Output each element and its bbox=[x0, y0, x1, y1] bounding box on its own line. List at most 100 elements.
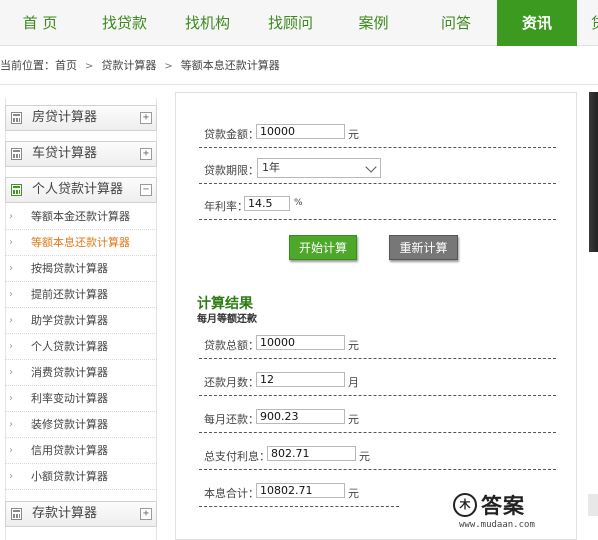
chevron-right-icon: › bbox=[9, 367, 13, 378]
interest-rate-input[interactable] bbox=[244, 196, 290, 211]
sidebar-item-renovation-loan[interactable]: › 装修贷款计算器 bbox=[5, 412, 157, 438]
sidebar-item-label: 利率变动计算器 bbox=[31, 392, 108, 405]
nav-loan-partial[interactable]: 贷 bbox=[580, 0, 598, 46]
sidebar-item-label: 等额本息还款计算器 bbox=[31, 236, 130, 249]
nav-qa[interactable]: 问答 bbox=[415, 0, 497, 46]
chevron-right-icon: › bbox=[9, 393, 13, 404]
chevron-right-icon: › bbox=[9, 445, 13, 456]
result-label: 本息合计： bbox=[204, 487, 259, 500]
reset-calculation-button[interactable]: 重新计算 bbox=[389, 235, 458, 260]
sidebar-item-equal-principal[interactable]: › 等额本金还款计算器 bbox=[5, 204, 157, 230]
result-sum-row: 本息合计： 元 bbox=[199, 471, 399, 507]
sidebar-item-prepayment[interactable]: › 提前还款计算器 bbox=[5, 282, 157, 308]
watermark-text: 答案 bbox=[481, 494, 525, 518]
sidebar-group-personal-loan[interactable]: 个人贷款计算器 − bbox=[5, 177, 157, 203]
chevron-right-icon: › bbox=[9, 315, 13, 326]
result-monthly-row: 每月还款： 元 bbox=[199, 397, 556, 433]
interest-rate-label: 年利率： bbox=[204, 200, 248, 213]
total-loan-field[interactable] bbox=[256, 335, 345, 350]
sidebar-group-label: 车贷计算器 bbox=[32, 146, 98, 161]
divider bbox=[0, 84, 598, 85]
calculator-icon bbox=[11, 112, 22, 124]
start-calculation-button[interactable]: 开始计算 bbox=[289, 235, 357, 260]
sidebar-item-personal-loan[interactable]: › 个人贷款计算器 bbox=[5, 334, 157, 360]
result-unit: 月 bbox=[348, 376, 359, 389]
result-interest-row: 总支付利息： 元 bbox=[199, 434, 556, 470]
chevron-right-icon: › bbox=[9, 341, 13, 352]
nav-find-loan[interactable]: 找贷款 bbox=[83, 0, 166, 46]
sidebar-item-label: 信用贷款计算器 bbox=[31, 444, 108, 457]
sidebar-item-label: 装修贷款计算器 bbox=[31, 418, 108, 431]
loan-amount-unit: 元 bbox=[348, 128, 359, 141]
sidebar-group-label: 房贷计算器 bbox=[32, 110, 98, 125]
breadcrumb: 当前位置：首页 > 贷款计算器 > 等额本息还款计算器 bbox=[0, 56, 280, 76]
nav-find-institution[interactable]: 找机构 bbox=[166, 0, 249, 46]
sidebar-item-equal-installment[interactable]: › 等额本息还款计算器 bbox=[5, 230, 157, 256]
collapse-icon[interactable]: − bbox=[140, 184, 152, 196]
breadcrumb-separator: > bbox=[85, 61, 94, 72]
calculator-icon bbox=[11, 184, 22, 196]
sidebar-item-label: 小额贷款计算器 bbox=[31, 470, 108, 483]
sidebar-group-label: 个人贷款计算器 bbox=[32, 182, 124, 197]
sidebar-item-consumer-loan[interactable]: › 消费贷款计算器 bbox=[5, 360, 157, 386]
monthly-payment-field[interactable] bbox=[256, 409, 345, 424]
calculator-icon bbox=[11, 508, 22, 520]
breadcrumb-home[interactable]: 首页 bbox=[55, 56, 77, 76]
expand-icon[interactable]: + bbox=[140, 148, 152, 160]
sidebar-item-label: 等额本金还款计算器 bbox=[31, 210, 130, 223]
interest-rate-row: 年利率： % bbox=[199, 184, 556, 220]
sidebar-item-label: 提前还款计算器 bbox=[31, 288, 108, 301]
sidebar-group-car-loan[interactable]: 车贷计算器 + bbox=[5, 141, 157, 167]
interest-rate-unit: % bbox=[294, 198, 303, 208]
sidebar-group-label: 存款计算器 bbox=[32, 506, 98, 521]
sidebar-item-label: 按揭贷款计算器 bbox=[31, 262, 108, 275]
sidebar-item-mortgage-loan[interactable]: › 按揭贷款计算器 bbox=[5, 256, 157, 282]
nav-home[interactable]: 首 页 bbox=[0, 0, 80, 46]
chevron-right-icon: › bbox=[9, 419, 13, 430]
chevron-right-icon: › bbox=[9, 237, 13, 248]
chevron-down-icon bbox=[365, 161, 377, 173]
chevron-right-icon: › bbox=[9, 211, 13, 222]
result-unit: 元 bbox=[348, 339, 359, 352]
result-label: 贷款总额： bbox=[204, 339, 259, 352]
nav-news[interactable]: 资讯 bbox=[497, 0, 577, 46]
breadcrumb-prefix: 当前位置： bbox=[0, 59, 55, 72]
watermark-logo-icon: 木 bbox=[453, 493, 477, 517]
watermark: 木 答案 www.mudaan.com bbox=[449, 490, 549, 534]
result-label: 总支付利息： bbox=[204, 450, 270, 463]
chevron-right-icon: › bbox=[9, 471, 13, 482]
result-unit: 元 bbox=[348, 487, 359, 500]
nav-find-advisor[interactable]: 找顾问 bbox=[249, 0, 332, 46]
loan-amount-label: 贷款金额： bbox=[204, 128, 259, 141]
expand-icon[interactable]: + bbox=[140, 508, 152, 520]
sidebar-item-student-loan[interactable]: › 助学贷款计算器 bbox=[5, 308, 157, 334]
sidebar-group-deposit[interactable]: 存款计算器 + bbox=[5, 501, 157, 527]
calculator-icon bbox=[11, 148, 22, 160]
right-banner-edge bbox=[589, 92, 598, 252]
result-label: 每月还款： bbox=[204, 413, 259, 426]
chevron-right-icon: › bbox=[9, 263, 13, 274]
sidebar-item-credit-loan[interactable]: › 信用贷款计算器 bbox=[5, 438, 157, 464]
loan-term-row: 贷款期限： 1年 bbox=[199, 148, 556, 184]
calculator-panel: 贷款金额： 元 贷款期限： 1年 年利率： % 开始计算 重新计算 计算结果 每… bbox=[175, 92, 577, 540]
sidebar-item-label: 个人贷款计算器 bbox=[31, 340, 108, 353]
result-unit: 元 bbox=[348, 413, 359, 426]
breadcrumb-loan-calculator[interactable]: 贷款计算器 bbox=[101, 56, 156, 76]
sidebar-item-micro-loan[interactable]: › 小额贷款计算器 bbox=[5, 464, 157, 490]
total-interest-field[interactable] bbox=[267, 446, 356, 461]
result-total-loan-row: 贷款总额： 元 bbox=[199, 323, 556, 359]
result-months-row: 还款月数： 月 bbox=[199, 360, 556, 396]
sidebar: 房贷计算器 + 车贷计算器 + 个人贷款计算器 − › 等额本金还款计算器 › … bbox=[0, 98, 160, 540]
loan-term-value: 1年 bbox=[262, 161, 280, 174]
nav-cases[interactable]: 案例 bbox=[332, 0, 415, 46]
sidebar-item-rate-change[interactable]: › 利率变动计算器 bbox=[5, 386, 157, 412]
principal-interest-total-field[interactable] bbox=[256, 483, 345, 498]
breadcrumb-separator: > bbox=[164, 61, 173, 72]
loan-amount-input[interactable] bbox=[256, 124, 345, 139]
result-label: 还款月数： bbox=[204, 376, 259, 389]
expand-icon[interactable]: + bbox=[140, 112, 152, 124]
sidebar-group-mortgage[interactable]: 房贷计算器 + bbox=[5, 105, 157, 131]
repayment-months-field[interactable] bbox=[256, 372, 345, 387]
loan-term-select[interactable]: 1年 bbox=[257, 158, 381, 178]
loan-term-label: 贷款期限： bbox=[204, 164, 259, 177]
